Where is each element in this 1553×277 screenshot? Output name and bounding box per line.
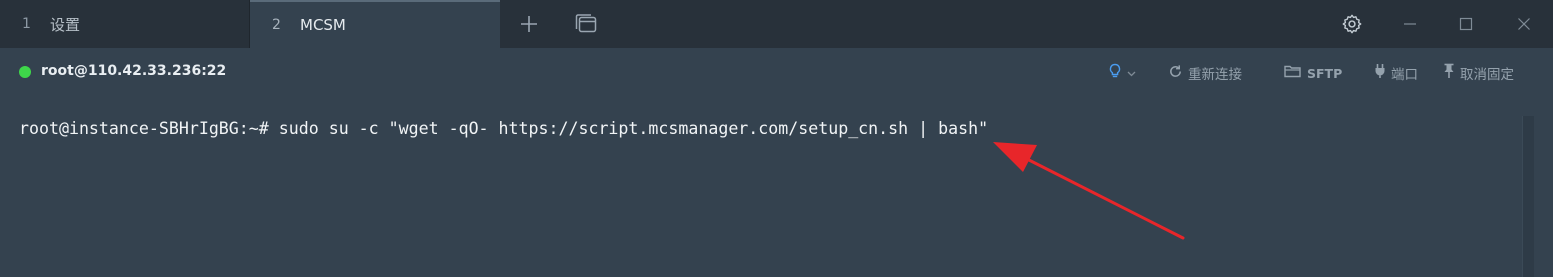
tab-label: MCSM <box>300 16 346 34</box>
unpin-button[interactable]: 取消固定 <box>1443 62 1514 84</box>
gear-icon[interactable] <box>1339 11 1365 37</box>
tab-label: 设置 <box>50 15 81 34</box>
unpin-label: 取消固定 <box>1460 67 1514 83</box>
pin-icon <box>1443 63 1455 83</box>
lightbulb-button[interactable] <box>1108 62 1136 84</box>
maximize-icon[interactable] <box>1453 11 1479 37</box>
connection-bar: root@110.42.33.236:22 重新连接 SFTP 端口 取消固定 <box>0 48 1553 98</box>
terminal-prompt: root@instance-SBHrIgBG:~# <box>19 119 279 138</box>
port-button[interactable]: 端口 <box>1374 62 1418 84</box>
close-icon[interactable] <box>1511 11 1537 37</box>
tab-settings[interactable]: 1 设置 <box>0 0 250 48</box>
chevron-down-icon <box>1127 65 1136 81</box>
terminal-command: sudo su -c "wget -qO- https://script.mcs… <box>278 119 989 138</box>
tab-number: 2 <box>272 17 281 33</box>
sftp-button[interactable]: SFTP <box>1284 62 1342 84</box>
lightbulb-icon <box>1108 63 1122 83</box>
folder-icon <box>1284 64 1302 82</box>
red-arrow-annotation <box>993 142 1185 240</box>
connection-status-dot <box>19 66 31 78</box>
window-stack-icon[interactable] <box>573 11 599 37</box>
minimize-icon[interactable] <box>1397 11 1423 37</box>
reconnect-button[interactable]: 重新连接 <box>1168 62 1242 84</box>
tab-number: 1 <box>22 16 31 32</box>
tab-mcsm[interactable]: 2 MCSM <box>250 0 500 48</box>
reconnect-label: 重新连接 <box>1188 67 1242 83</box>
port-label: 端口 <box>1391 67 1418 83</box>
terminal-line: root@instance-SBHrIgBG:~# sudo su -c "wg… <box>19 119 988 138</box>
terminal-output[interactable]: root@instance-SBHrIgBG:~# sudo su -c "wg… <box>0 98 1553 277</box>
plus-icon[interactable] <box>516 11 542 37</box>
connection-host: root@110.42.33.236:22 <box>41 63 227 79</box>
terminal-scrollbar[interactable] <box>1522 116 1534 277</box>
plug-icon <box>1374 63 1386 83</box>
tab-bar: 1 设置 2 MCSM <box>0 0 1553 48</box>
refresh-icon <box>1168 64 1183 83</box>
sftp-label: SFTP <box>1307 65 1343 81</box>
